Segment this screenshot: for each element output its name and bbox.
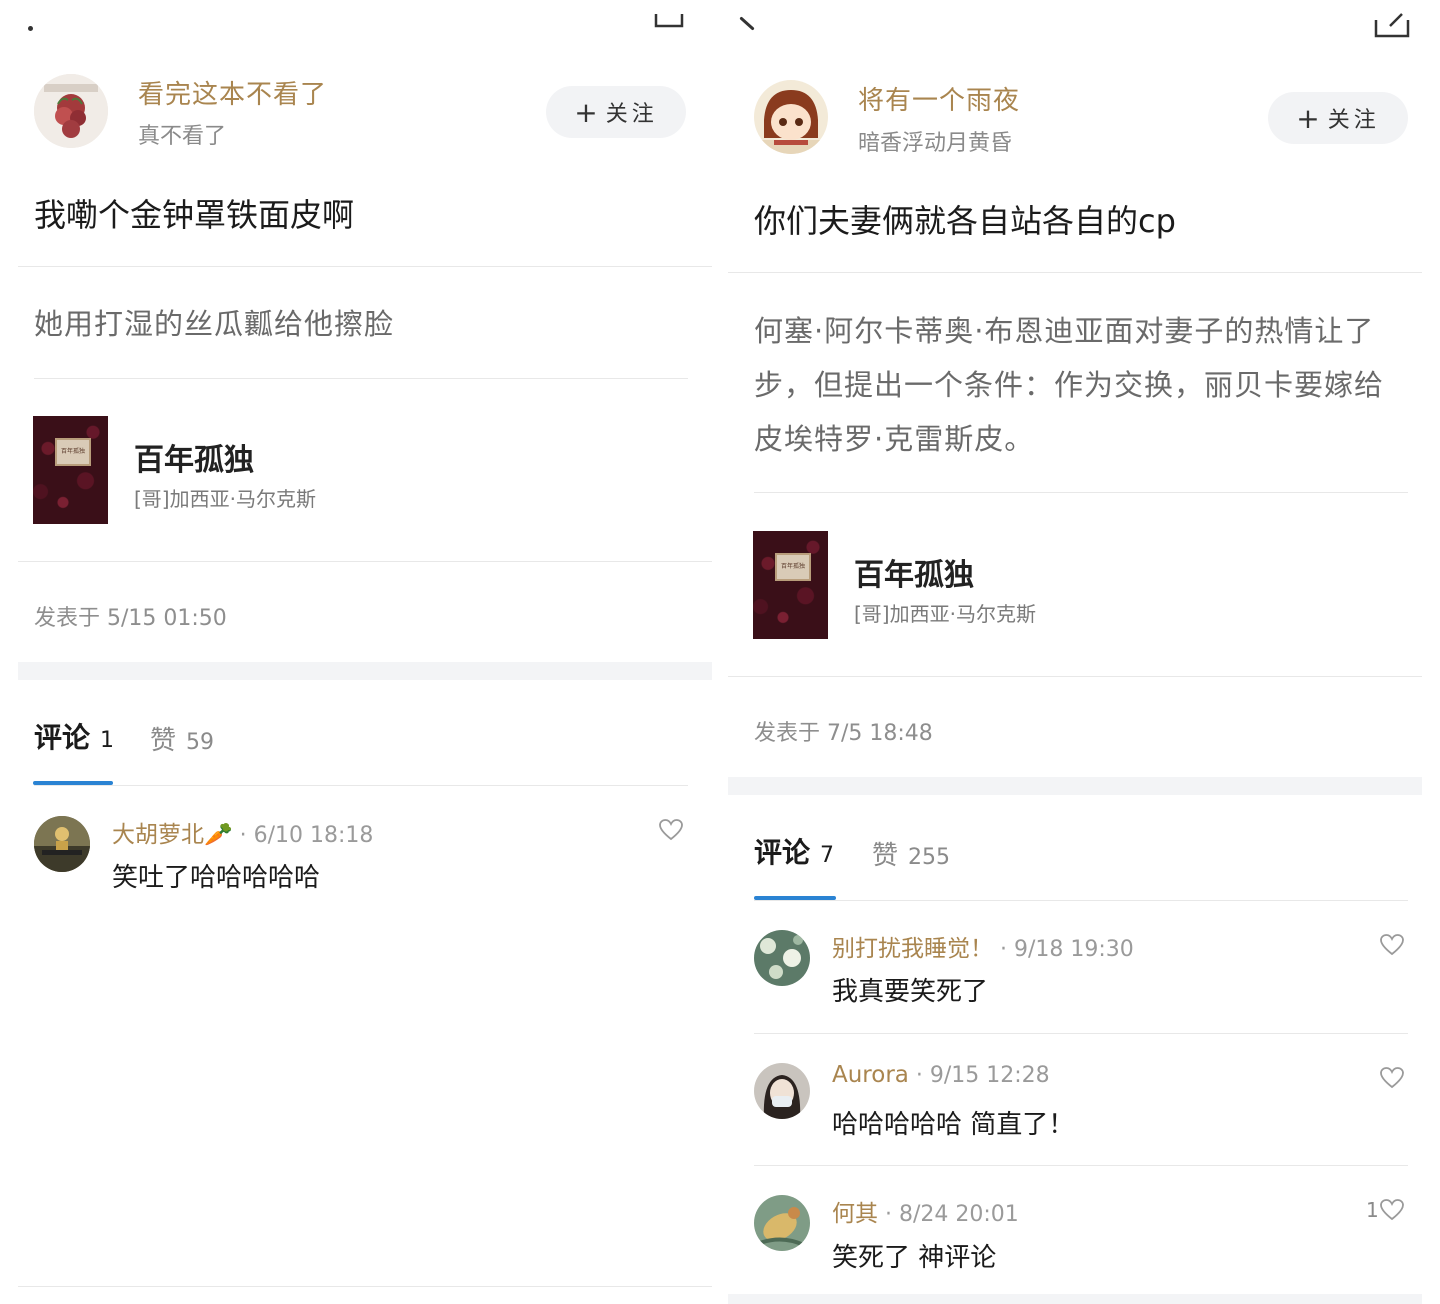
- commenter-avatar[interactable]: [34, 816, 90, 872]
- book-cover: 百年孤独: [753, 531, 828, 639]
- tab-comments[interactable]: 评论 7: [754, 831, 834, 871]
- commenter-avatar[interactable]: [754, 1063, 810, 1119]
- top-bar: [18, 0, 712, 40]
- book-quote: 她用打湿的丝瓜瓤给他擦脸: [34, 307, 395, 341]
- post-headline: 我嘞个金钟罩铁面皮啊: [34, 196, 355, 234]
- tab-likes-count: 255: [908, 845, 951, 870]
- divider: [34, 785, 688, 786]
- book-quote: 何塞·阿尔卡蒂奥·布恩迪亚面对妻子的热情让了步，但提出一个条件：作为交换，丽贝卡…: [754, 314, 1385, 456]
- user-name[interactable]: 将有一个雨夜: [858, 80, 1020, 117]
- comment-text: 哈哈哈哈哈 简直了！: [832, 1110, 1075, 1140]
- user-avatar[interactable]: [754, 80, 828, 154]
- book-title: 百年孤独: [134, 443, 254, 478]
- tab-comments-label: 评论: [754, 836, 811, 869]
- divider: [754, 1165, 1408, 1166]
- comment-time: · 9/18 19:30: [1000, 937, 1134, 962]
- book-cover: 百年孤独: [33, 416, 108, 524]
- section-separator: [18, 662, 712, 680]
- divider: [728, 272, 1422, 273]
- user-signature: 暗香浮动月黄昏: [858, 131, 1013, 156]
- post-card-right: 将有一个雨夜 暗香浮动月黄昏 + 关注 你们夫妻俩就各自站各自的cp 何塞·阿尔…: [728, 0, 1422, 1304]
- comment-text: 我真要笑死了: [832, 977, 989, 1007]
- follow-button[interactable]: + 关注: [546, 86, 686, 138]
- top-bar: [728, 0, 1422, 40]
- tab-comments-label: 评论: [34, 721, 91, 754]
- follow-label: 关注: [605, 102, 658, 127]
- follow-label: 关注: [1327, 108, 1380, 133]
- tab-likes-count: 59: [186, 730, 215, 755]
- comment-time: · 9/15 12:28: [915, 1063, 1050, 1088]
- heart-icon[interactable]: [1379, 1066, 1405, 1090]
- back-icon[interactable]: [28, 26, 33, 31]
- plus-icon: +: [574, 95, 598, 129]
- tab-likes[interactable]: 赞 255: [872, 835, 950, 872]
- post-time: 发表于 5/15 01:50: [34, 606, 227, 631]
- book-cover-title: 百年孤独: [55, 438, 91, 466]
- divider: [18, 561, 712, 562]
- divider: [754, 492, 1408, 493]
- tab-likes[interactable]: 赞 59: [150, 720, 214, 757]
- plus-icon: +: [1296, 101, 1320, 135]
- comment-meta: Aurora · 9/15 12:28: [832, 1062, 1050, 1088]
- section-separator: [728, 1294, 1422, 1304]
- commenter-name[interactable]: 何其: [832, 1201, 878, 1227]
- heart-icon[interactable]: [1379, 933, 1405, 957]
- tab-comments-count: 7: [820, 843, 835, 868]
- tab-comments-count: 1: [100, 728, 115, 753]
- share-icon[interactable]: [654, 6, 684, 28]
- commenter-name[interactable]: Aurora: [832, 1062, 909, 1088]
- book-title: 百年孤独: [854, 558, 974, 593]
- heart-icon[interactable]: [658, 818, 684, 842]
- comment-time: · 6/10 18:18: [239, 823, 374, 848]
- user-name[interactable]: 看完这本不看了: [138, 74, 327, 111]
- follow-button[interactable]: + 关注: [1268, 92, 1408, 144]
- heart-icon[interactable]: [1379, 1198, 1405, 1222]
- comment-text: 笑吐了哈哈哈哈哈: [112, 863, 321, 893]
- section-separator: [728, 777, 1422, 795]
- share-icon[interactable]: [1374, 10, 1410, 38]
- back-icon[interactable]: [739, 16, 755, 31]
- comment-like-count: 1: [1366, 1198, 1379, 1222]
- book-cover-title: 百年孤独: [775, 553, 811, 581]
- post-card-left: 看完这本不看了 真不看了 + 关注 我嘞个金钟罩铁面皮啊 她用打湿的丝瓜瓤给他擦…: [18, 0, 712, 1304]
- commenter-name[interactable]: 别打扰我睡觉！: [832, 936, 993, 962]
- comment-text: 笑死了 神评论: [832, 1243, 997, 1273]
- user-avatar[interactable]: [34, 74, 108, 148]
- tab-likes-label: 赞: [872, 841, 899, 871]
- divider: [18, 1286, 712, 1287]
- comment-meta: 何其 · 8/24 20:01: [832, 1194, 1019, 1228]
- commenter-name[interactable]: 大胡萝北🥕: [112, 822, 233, 848]
- tab-likes-label: 赞: [150, 726, 177, 756]
- divider: [18, 266, 712, 267]
- comment-time: · 8/24 20:01: [885, 1202, 1019, 1227]
- commenter-avatar[interactable]: [754, 1195, 810, 1251]
- comment-meta: 别打扰我睡觉！ · 9/18 19:30: [832, 929, 1134, 963]
- post-time: 发表于 7/5 18:48: [754, 721, 933, 746]
- divider: [728, 676, 1422, 677]
- tab-comments[interactable]: 评论 1: [34, 716, 114, 756]
- user-signature: 真不看了: [138, 124, 227, 149]
- divider: [754, 900, 1408, 901]
- divider: [34, 378, 688, 379]
- divider: [754, 1033, 1408, 1034]
- post-headline: 你们夫妻俩就各自站各自的cp: [754, 202, 1176, 240]
- book-author: [哥]加西亚·马尔克斯: [134, 487, 316, 511]
- comment-meta: 大胡萝北🥕 · 6/10 18:18: [112, 815, 373, 849]
- commenter-avatar[interactable]: [754, 930, 810, 986]
- book-author: [哥]加西亚·马尔克斯: [854, 602, 1036, 626]
